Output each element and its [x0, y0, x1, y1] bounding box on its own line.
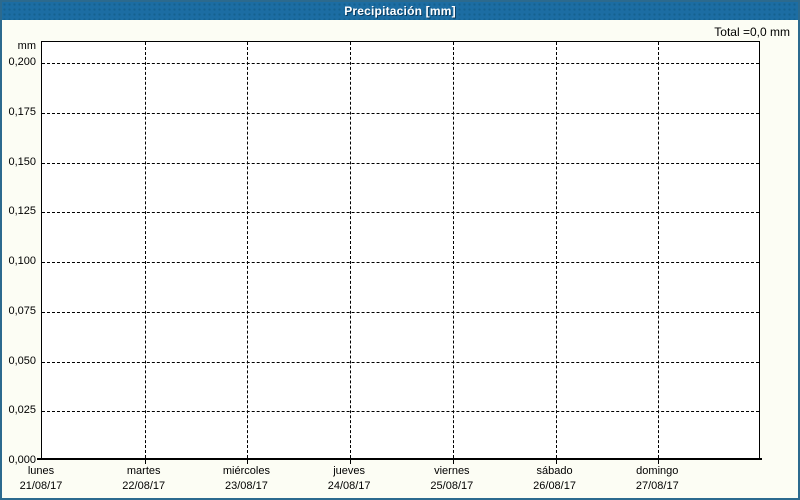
x-tick-label-day: miércoles: [222, 465, 270, 477]
y-tick-label: 0,100: [8, 255, 36, 267]
v-gridline: [247, 42, 249, 458]
y-tick-label: 0,050: [8, 354, 36, 367]
x-axis-left-nub: [37, 458, 42, 460]
x-tick-label: domingo 27/08/17: [636, 464, 679, 494]
x-tick-label-date: 27/08/17: [635, 480, 679, 492]
total-value-label: Total =0,0 mm: [714, 25, 790, 39]
h-gridline: [42, 112, 759, 114]
y-tick-label: 0,200: [8, 56, 36, 68]
x-tick-label-day: martes: [126, 465, 161, 477]
h-gridline: [42, 212, 759, 214]
x-tick-label-date: 22/08/17: [122, 480, 166, 492]
x-tick-label-date: 23/08/17: [225, 480, 268, 492]
x-tick-label: miércoles 23/08/17: [223, 464, 270, 494]
x-tick-label-day: lunes: [27, 465, 55, 477]
x-axis-labels: lunes 21/08/17 martes 22/08/17 miércoles 23/0…: [2, 462, 798, 498]
x-tick-label-date: 25/08/17: [430, 480, 474, 492]
x-tick-label-day: jueves: [333, 465, 366, 477]
v-gridline: [350, 42, 352, 458]
h-gridline: [42, 311, 759, 313]
x-tick-label: viernes 25/08/17: [430, 464, 473, 494]
h-gridline: [42, 411, 759, 413]
y-tick-label: 0,125: [8, 205, 36, 218]
x-tick-label-date: 21/08/17: [19, 480, 63, 492]
x-tick-label-day: sábado: [536, 465, 573, 477]
x-tick-label: martes 22/08/17: [122, 464, 165, 494]
v-gridline: [144, 42, 146, 458]
v-gridline: [555, 42, 557, 458]
h-gridline: [42, 262, 759, 263]
h-gridline: [42, 361, 759, 363]
h-gridline: [42, 63, 759, 64]
x-tick-label-date: 26/08/17: [533, 480, 576, 492]
v-gridline: [658, 42, 660, 458]
y-tick-label: 0,075: [8, 304, 36, 317]
h-gridline: [42, 162, 759, 164]
chart-title-bar: Precipitación [mm]: [2, 2, 798, 20]
x-tick-label-day: viernes: [434, 465, 470, 477]
chart-window: Precipitación [mm] Total =0,0 mm mm 0,20…: [0, 0, 800, 500]
x-tick-label: lunes 21/08/17: [20, 464, 63, 494]
y-axis-labels: 0,200 0,175 0,150 0,125 0,100 0,075 0,050 0,025…: [2, 2, 36, 498]
y-tick-label: 0,175: [8, 105, 36, 118]
y-tick-label: 0,025: [8, 404, 36, 417]
x-tick-label: sábado 26/08/17: [533, 464, 576, 494]
x-axis-right-nub: [759, 458, 762, 460]
y-tick-label: 0,150: [8, 155, 36, 168]
x-tick-label-date: 24/08/17: [327, 480, 371, 492]
plot-area: [37, 41, 762, 464]
v-gridline: [452, 42, 454, 458]
chart-title: Precipitación [mm]: [344, 4, 456, 18]
x-tick-label: jueves 24/08/17: [328, 464, 371, 494]
x-tick-label-day: domingo: [636, 465, 679, 477]
